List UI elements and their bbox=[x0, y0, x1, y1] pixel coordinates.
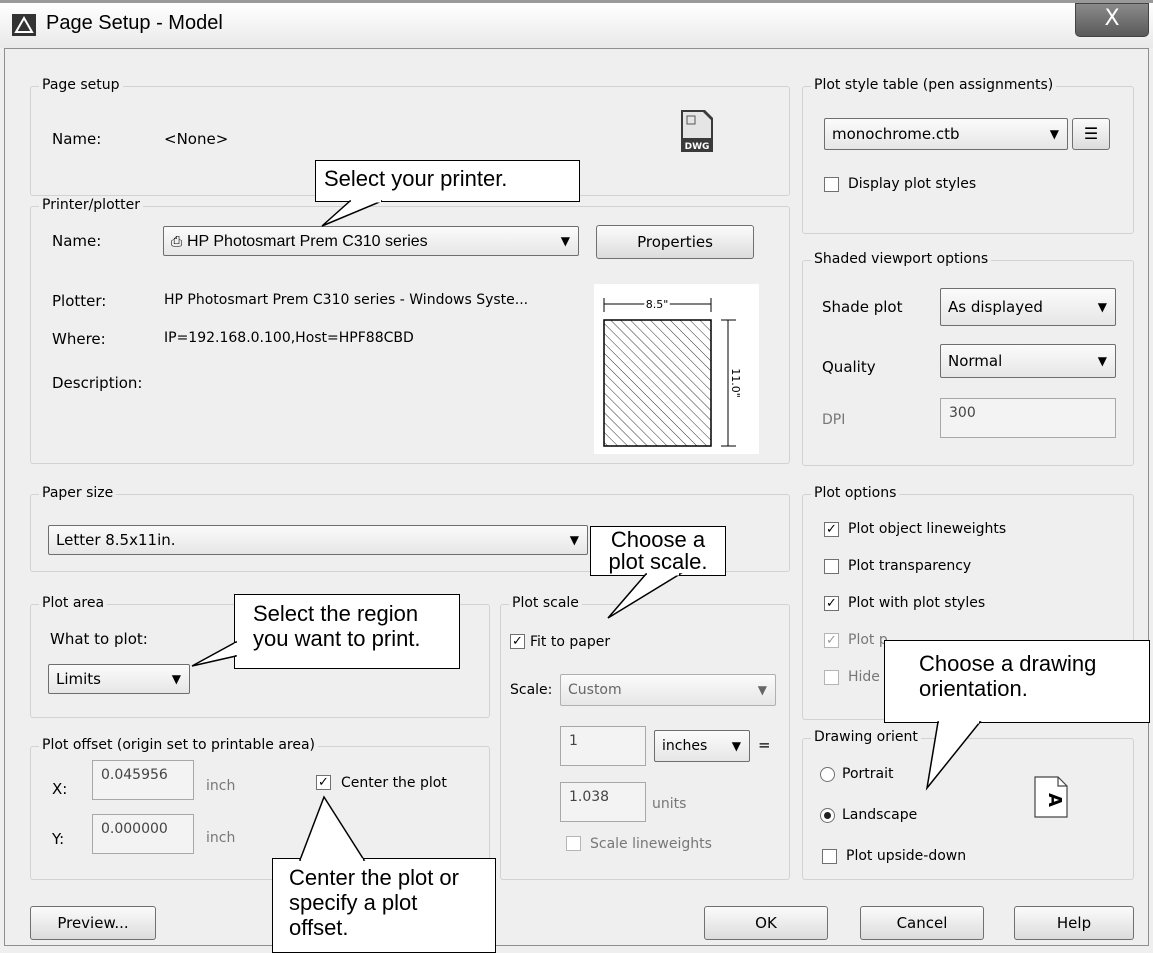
callout-pointers bbox=[191, 199, 982, 862]
